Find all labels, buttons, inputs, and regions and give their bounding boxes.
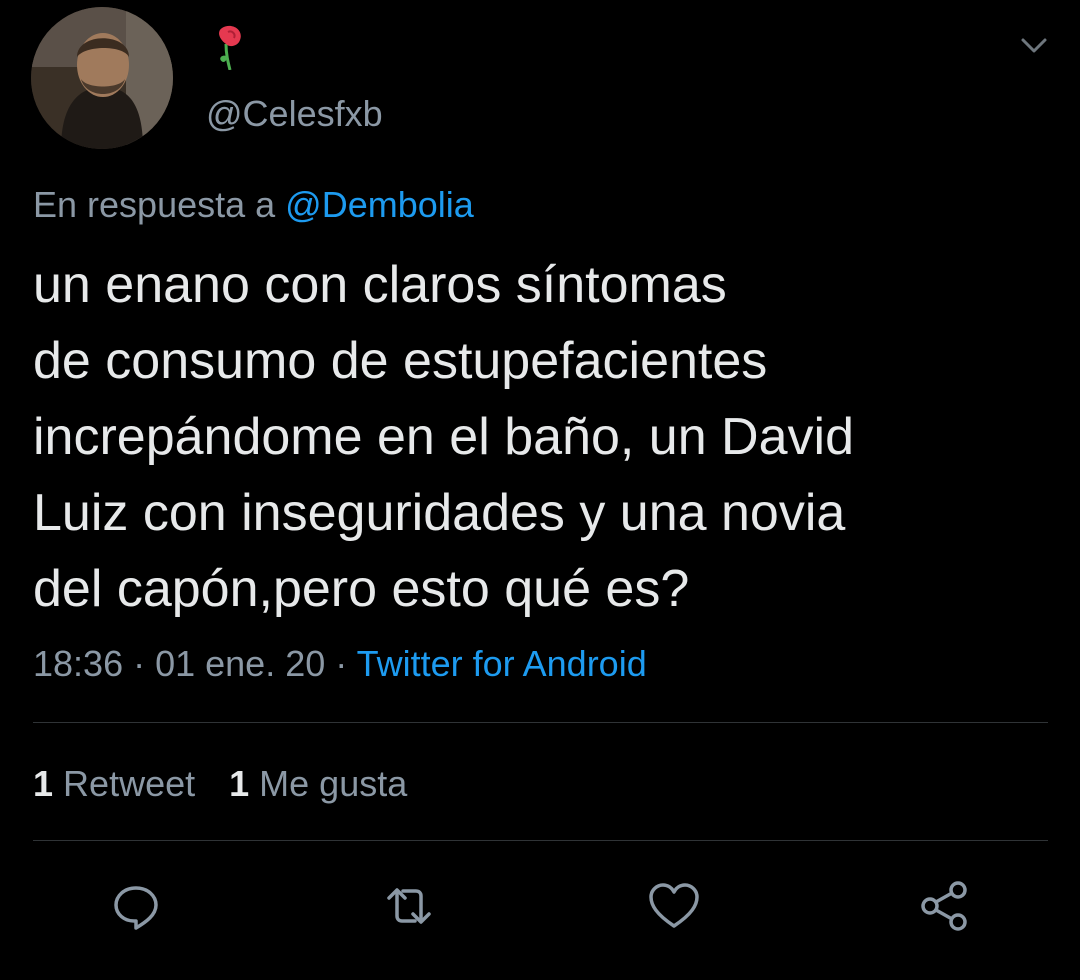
meta-separator: ·	[325, 643, 357, 684]
retweet-icon[interactable]	[381, 878, 437, 934]
wilted-rose-icon	[219, 25, 241, 70]
likes-count: 1	[229, 763, 250, 804]
reply-mention-link[interactable]: @Dembolia	[285, 184, 474, 225]
like-icon[interactable]	[646, 878, 702, 934]
tweet-text: un enano con claros síntomas de consumo …	[33, 256, 855, 618]
share-icon[interactable]	[916, 878, 972, 934]
reply-prefix: En respuesta a	[33, 184, 286, 225]
reply-icon[interactable]	[108, 878, 164, 934]
retweets-stat[interactable]: 1 Retweet	[33, 762, 195, 806]
likes-stat[interactable]: 1 Me gusta	[229, 762, 407, 806]
tweet-time: 18:36	[33, 643, 124, 684]
tweet-date: 01 ene. 20	[155, 643, 326, 684]
retweets-count: 1	[33, 763, 54, 804]
divider	[33, 840, 1048, 841]
tweet-source-link[interactable]: Twitter for Android	[357, 643, 647, 684]
reply-context: En respuesta a @Dembolia	[33, 183, 474, 227]
tweet-meta: 18:36 · 01 ene. 20 · Twitter for Android	[33, 642, 647, 686]
meta-separator: ·	[123, 643, 156, 684]
retweets-label: Retweet	[63, 763, 196, 804]
divider	[33, 722, 1048, 723]
likes-label: Me gusta	[259, 763, 408, 804]
tweet-stats: 1 Retweet 1 Me gusta	[33, 762, 407, 806]
chevron-down-icon[interactable]	[1014, 28, 1054, 64]
avatar[interactable]	[31, 7, 173, 149]
author-handle[interactable]: @Celesfxb	[206, 92, 383, 136]
